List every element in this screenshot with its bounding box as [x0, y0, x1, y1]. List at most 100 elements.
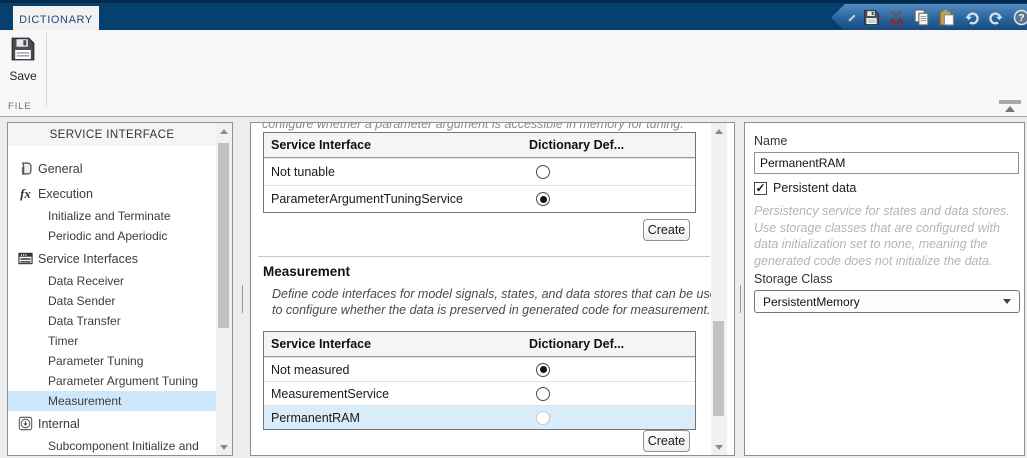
- sidebar-item-label: Data Transfer: [48, 314, 121, 328]
- paste-icon[interactable]: [938, 9, 955, 27]
- minimize-ribbon-bar: [999, 100, 1021, 104]
- cut-icon[interactable]: [888, 9, 905, 27]
- ribbon-group-separator: [46, 33, 47, 107]
- main-scrollbar[interactable]: [711, 123, 727, 455]
- table-row-parameter-argument-tuning-service[interactable]: ParameterArgumentTuningService: [264, 185, 695, 212]
- name-input[interactable]: [754, 152, 1019, 174]
- sidebar-item-data-transfer[interactable]: Data Transfer: [8, 311, 216, 331]
- table-header-row: Service Interface Dictionary Def...: [264, 133, 695, 158]
- save-icon[interactable]: [863, 9, 880, 27]
- panel-splitter-right[interactable]: [735, 122, 744, 456]
- fx-icon: fx: [17, 185, 34, 202]
- chevron-up-icon: [1005, 106, 1015, 112]
- ribbon: Save FILE: [0, 30, 1027, 117]
- sidebar-item-periodic-and-aperiodic[interactable]: Periodic and Aperiodic: [8, 226, 216, 246]
- sidebar-item-label: Measurement: [48, 394, 121, 408]
- persistency-description: Persistency service for states and data …: [754, 203, 1020, 269]
- section-divider: [258, 256, 710, 257]
- file-group-label: FILE: [8, 101, 32, 112]
- measurement-table: Service Interface Dictionary Def... Not …: [263, 331, 696, 430]
- sidebar-item-label: Initialize and Terminate: [48, 209, 171, 223]
- save-icon: [10, 36, 36, 65]
- column-header-dictionary-default: Dictionary Def...: [529, 138, 624, 152]
- dropdown-value: PersistentMemory: [763, 295, 860, 309]
- scrollbar-thumb[interactable]: [713, 321, 724, 416]
- table-row-permanent-ram[interactable]: PermanentRAM: [264, 405, 695, 429]
- persistent-data-checkbox-row[interactable]: Persistent data: [754, 181, 856, 195]
- sidebar-title: SERVICE INTERFACE: [8, 123, 216, 146]
- internal-icon: [17, 415, 34, 432]
- scrollbar-up-icon[interactable]: [216, 124, 232, 138]
- tuning-table: Service Interface Dictionary Def... Not …: [263, 132, 696, 213]
- table-icon: [17, 250, 34, 267]
- sidebar-item-label: Internal: [38, 417, 80, 431]
- column-header-service-interface: Service Interface: [264, 337, 371, 351]
- redo-icon[interactable]: [988, 9, 1005, 27]
- panel-splitter-left[interactable]: [233, 122, 250, 456]
- tab-bar: DICTIONARY ?: [0, 0, 1027, 30]
- row-label: Not measured: [264, 363, 350, 377]
- sidebar-item-data-sender[interactable]: Data Sender: [8, 291, 216, 311]
- sidebar-tree: General fx Execution Initialize and Term…: [8, 146, 232, 456]
- measurement-section-description: Define code interfaces for model signals…: [272, 286, 727, 318]
- scrollbar-down-icon[interactable]: [711, 440, 727, 454]
- create-button[interactable]: Create: [643, 430, 690, 452]
- create-button[interactable]: Create: [643, 219, 690, 241]
- radio-button[interactable]: [536, 387, 550, 401]
- storage-class-label: Storage Class: [754, 272, 833, 286]
- table-row-not-tunable[interactable]: Not tunable: [264, 158, 695, 185]
- row-label: PermanentRAM: [264, 411, 360, 425]
- tab-dictionary[interactable]: DICTIONARY: [13, 6, 99, 33]
- chevron-left-icon[interactable]: [848, 14, 855, 21]
- component-icon: [17, 160, 34, 177]
- chevron-down-icon: [1003, 299, 1011, 304]
- scrollbar-up-icon[interactable]: [711, 124, 727, 138]
- radio-button[interactable]: [536, 411, 550, 425]
- sidebar-item-parameter-argument-tuning[interactable]: Parameter Argument Tuning: [8, 371, 216, 391]
- sidebar-item-timer[interactable]: Timer: [8, 331, 216, 351]
- sidebar-item-label: Subcomponent Initialize and: [48, 439, 199, 453]
- app-window: DICTIONARY ?: [0, 0, 1027, 458]
- undo-icon[interactable]: [963, 9, 980, 27]
- quick-access-toolbar: ?: [827, 4, 1027, 31]
- table-row-measurement-service[interactable]: MeasurementService: [264, 381, 695, 405]
- radio-button[interactable]: [536, 192, 550, 206]
- copy-icon[interactable]: [913, 9, 930, 27]
- sidebar-item-parameter-tuning[interactable]: Parameter Tuning: [8, 351, 216, 371]
- storage-class-dropdown[interactable]: PersistentMemory: [754, 290, 1020, 313]
- checkbox-label: Persistent data: [773, 181, 856, 195]
- row-label: Not tunable: [264, 165, 335, 179]
- scrollbar-down-icon[interactable]: [216, 440, 232, 454]
- checkbox[interactable]: [754, 182, 767, 195]
- sidebar-item-data-receiver[interactable]: Data Receiver: [8, 271, 216, 291]
- sidebar-scrollbar[interactable]: [216, 123, 232, 455]
- sidebar-item-measurement[interactable]: Measurement: [8, 391, 216, 411]
- scrollbar-thumb[interactable]: [218, 143, 229, 328]
- help-icon[interactable]: ?: [1013, 9, 1027, 27]
- measurement-section-title: Measurement: [263, 264, 350, 279]
- clipped-description-text: configure whether a parameter argument i…: [262, 122, 727, 131]
- radio-button[interactable]: [536, 363, 550, 377]
- inspector-panel: Name Persistent data Persistency service…: [744, 122, 1025, 456]
- sidebar-item-label: General: [38, 162, 82, 176]
- sidebar-item-label: Data Receiver: [48, 274, 124, 288]
- name-label: Name: [754, 134, 787, 148]
- sidebar-item-internal[interactable]: Internal: [8, 411, 216, 436]
- main-panel: configure whether a parameter argument i…: [250, 122, 735, 456]
- sidebar-item-general[interactable]: General: [8, 156, 216, 181]
- radio-button[interactable]: [536, 165, 550, 179]
- save-button[interactable]: Save: [5, 36, 41, 90]
- column-header-dictionary-default: Dictionary Def...: [529, 337, 624, 351]
- sidebar-item-subcomponent-initialize[interactable]: Subcomponent Initialize and: [8, 436, 216, 456]
- sidebar-panel: SERVICE INTERFACE General fx Execution I…: [7, 122, 233, 456]
- sidebar-item-service-interfaces[interactable]: Service Interfaces: [8, 246, 216, 271]
- sidebar-item-execution[interactable]: fx Execution: [8, 181, 216, 206]
- table-row-not-measured[interactable]: Not measured: [264, 357, 695, 381]
- sidebar-item-initialize-and-terminate[interactable]: Initialize and Terminate: [8, 206, 216, 226]
- sidebar-item-label: Service Interfaces: [38, 252, 138, 266]
- sidebar-item-label: Timer: [48, 334, 78, 348]
- column-header-service-interface: Service Interface: [264, 138, 371, 152]
- svg-text:?: ?: [1018, 13, 1024, 24]
- sidebar-item-label: Data Sender: [48, 294, 115, 308]
- minimize-ribbon-button[interactable]: [997, 100, 1023, 113]
